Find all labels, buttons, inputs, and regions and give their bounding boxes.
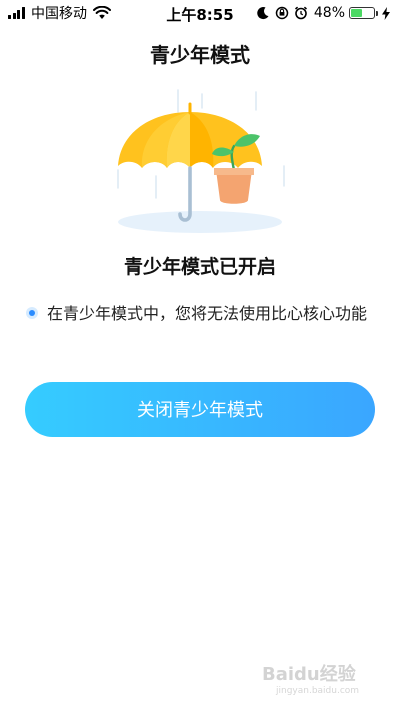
status-bar: 中国移动 上午8:55 48%: [0, 0, 400, 26]
rotation-lock-icon: [275, 6, 289, 20]
close-teen-mode-button[interactable]: 关闭青少年模式: [25, 382, 375, 437]
watermark-text: Baidu经验: [262, 664, 356, 685]
battery-percent: 48%: [313, 5, 345, 21]
ground-shadow: [118, 211, 282, 233]
battery-cap: [376, 10, 378, 16]
battery-icon: [349, 7, 375, 19]
info-text: 在青少年模式中，您将无法使用比心核心功能: [47, 304, 368, 323]
status-right: 48%: [251, 4, 390, 22]
baidu-watermark: Baidu经验 jingyan.baidu.com: [262, 660, 372, 706]
info-bullet-icon: [26, 307, 38, 319]
charging-icon: [382, 6, 390, 20]
umbrella-illustration: [117, 89, 285, 233]
page-title: 青少年模式: [150, 43, 250, 67]
watermark-url: jingyan.baidu.com: [276, 686, 360, 696]
moon-icon: [257, 7, 269, 20]
battery-fill: [351, 9, 362, 17]
alarm-icon: [294, 6, 307, 20]
status-heading: 青少年模式已开启: [123, 256, 276, 278]
